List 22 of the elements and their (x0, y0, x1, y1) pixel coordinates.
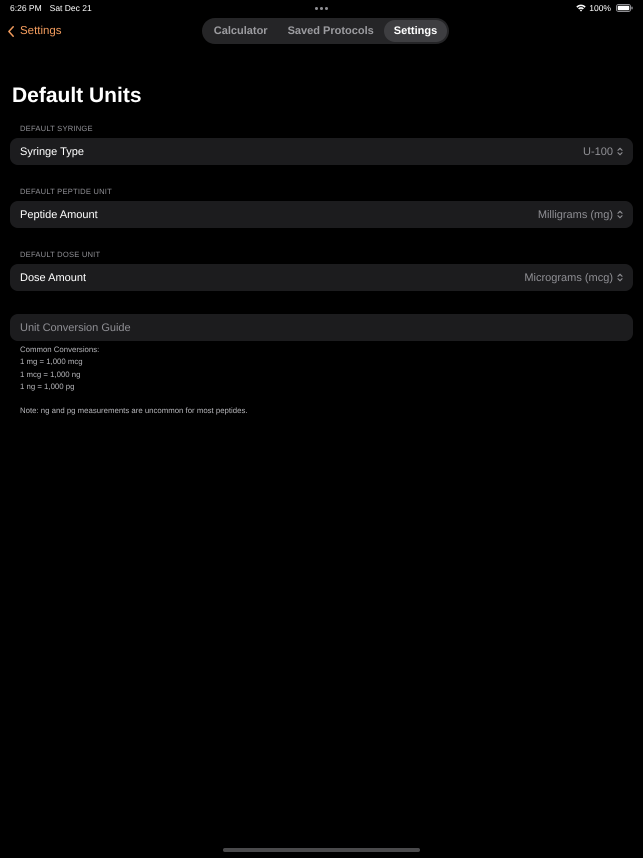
picker-button[interactable]: Micrograms (mcg) (524, 272, 623, 284)
guide-title-row: Unit Conversion Guide (10, 314, 633, 341)
row-label: Syringe Type (20, 146, 84, 158)
up-down-chevron-icon (617, 147, 623, 156)
picker-button[interactable]: Milligrams (mg) (538, 208, 623, 220)
up-down-chevron-icon (617, 210, 623, 219)
back-button[interactable]: Settings (8, 25, 62, 37)
status-time: 6:26 PM (10, 3, 42, 13)
page-title: Default Units (12, 83, 143, 109)
row-label: Peptide Amount (20, 208, 98, 220)
segment-tab[interactable]: Saved Protocols (278, 20, 384, 42)
battery-percent: 100% (589, 3, 611, 13)
battery-icon (616, 4, 633, 12)
chevron-left-icon (8, 26, 14, 36)
up-down-chevron-icon (617, 273, 623, 282)
segment-tab[interactable]: Calculator (204, 20, 278, 42)
segment-tab[interactable]: Settings (384, 20, 448, 42)
multitasking-dots-icon[interactable] (315, 6, 328, 10)
row-label: Dose Amount (20, 272, 86, 284)
status-date: Sat Dec 21 (50, 3, 92, 13)
picker-button[interactable]: U-100 (583, 146, 623, 158)
wifi-icon (576, 4, 586, 12)
